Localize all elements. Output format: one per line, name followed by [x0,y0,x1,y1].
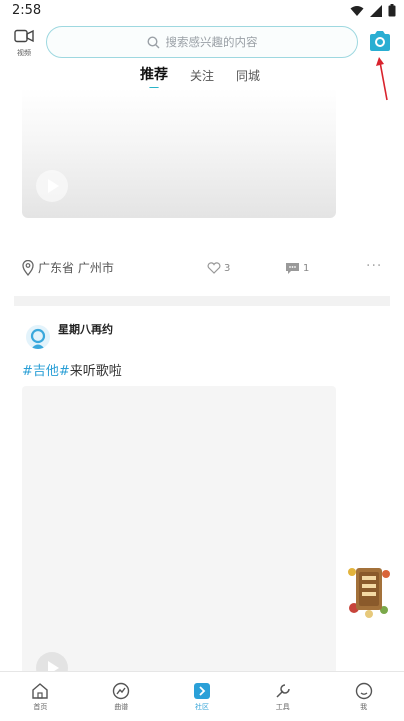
community-icon [193,682,210,699]
video-camera-icon [14,29,34,43]
tab-local[interactable]: 同城 [236,67,260,90]
post-divider [14,296,390,306]
location-text: 广东省 广州市 [38,261,114,275]
nav-score-label: 曲谱 [114,702,129,711]
status-icons [350,4,396,17]
wifi-icon [350,5,364,16]
comment-count: 1 [303,263,310,274]
user-avatar-icon [26,325,50,349]
avatar[interactable] [26,325,50,349]
search-placeholder: 搜索感兴趣的内容 [165,35,258,49]
like-button[interactable]: 3 [207,262,230,274]
play-icon[interactable] [36,170,68,202]
search-bar[interactable]: 搜索感兴趣的内容 [46,26,358,58]
search-icon [146,35,159,48]
nav-home[interactable]: 首页 [10,682,70,712]
tab-following[interactable]: 关注 [190,67,214,90]
video-record-button[interactable]: 视频 [10,28,38,60]
post-text: #吉他#来听歌啦 [22,360,122,379]
hashtag-link[interactable]: #吉他# [22,364,70,379]
nav-community-label: 社区 [194,702,209,711]
post-location[interactable]: 广东省 广州市 [22,259,114,276]
bottom-nav: 首页 曲谱 社区 工具 我 [0,671,404,721]
nav-tools-label: 工具 [275,702,290,711]
home-icon [32,682,49,699]
nav-score[interactable]: 曲谱 [91,682,151,712]
tools-icon [276,683,290,698]
feed-tabs: 推荐 关注 同城 [140,64,260,90]
comment-icon [286,263,299,274]
battery-icon [388,4,396,17]
promo-badge-icon[interactable] [344,562,394,620]
more-options-button[interactable]: ··· [366,258,382,274]
heart-icon [207,262,221,274]
annotation-arrow [376,57,388,101]
signal-icon [370,4,382,17]
like-count: 3 [224,262,231,274]
profile-icon [355,682,372,699]
location-pin-icon [22,259,34,276]
status-bar: 2:58 [0,0,404,22]
camera-icon [370,31,390,51]
post-username[interactable]: 星期八再约 [58,321,113,337]
nav-profile-label: 我 [360,702,368,711]
nav-community[interactable]: 社区 [172,682,232,712]
post-video-thumbnail[interactable] [22,88,336,218]
camera-button[interactable] [368,30,392,52]
nav-home-label: 首页 [33,702,48,711]
status-time: 2:58 [12,3,42,18]
post-video-thumbnail[interactable] [22,386,336,686]
score-icon [112,682,130,699]
nav-tools[interactable]: 工具 [253,682,313,712]
tab-recommend[interactable]: 推荐 [140,64,168,90]
video-label: 视频 [17,49,31,57]
post-caption: 来听歌啦 [69,364,122,379]
nav-profile[interactable]: 我 [334,682,394,712]
comment-button[interactable]: 1 [285,262,309,275]
